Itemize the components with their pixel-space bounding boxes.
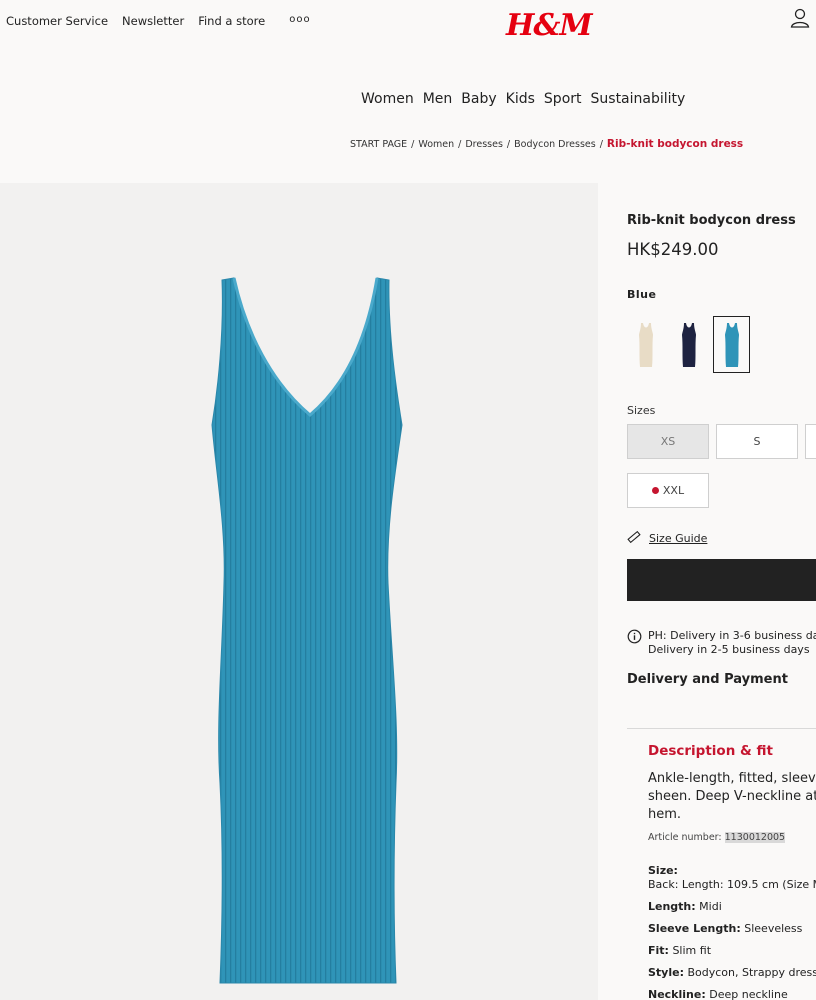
spec-sleeve-length: Sleeve Length: Sleeveless xyxy=(648,922,803,935)
breadcrumb-start[interactable]: START PAGE xyxy=(350,139,407,150)
hm-logo[interactable]: H&M xyxy=(506,8,593,43)
delivery-line-2: Delivery in 2-5 business days xyxy=(648,643,810,656)
more-menu[interactable]: ooo xyxy=(289,14,310,28)
nav-women[interactable]: Women xyxy=(361,91,414,107)
description-title[interactable]: Description & fit xyxy=(648,743,816,759)
utility-links: Customer Service Newsletter Find a store… xyxy=(6,14,311,28)
spec-neckline: Neckline: Deep neckline xyxy=(648,988,788,1000)
size-next-button[interactable] xyxy=(805,424,816,459)
swatch-navy[interactable] xyxy=(670,316,707,373)
description-section: Description & fit Ankle-length, fitted, … xyxy=(648,743,816,1000)
delivery-line-1: PH: Delivery in 3-6 business days xyxy=(648,629,816,642)
size-xxl-label: XXL xyxy=(662,484,685,497)
description-text: Ankle-length, fitted, sleev sheen. Deep … xyxy=(648,770,816,824)
nav-baby[interactable]: Baby xyxy=(461,91,496,107)
info-icon xyxy=(627,629,642,657)
size-s-button[interactable]: S xyxy=(716,424,798,459)
breadcrumb-women[interactable]: Women xyxy=(418,139,454,150)
swatch-blue[interactable] xyxy=(713,316,750,373)
delivery-info: PH: Delivery in 3-6 business days Delive… xyxy=(627,629,816,657)
spec-fit: Fit: Slim fit xyxy=(648,944,712,957)
customer-service-link[interactable]: Customer Service xyxy=(6,14,108,28)
low-stock-dot xyxy=(651,487,659,494)
spec-length: Length: Midi xyxy=(648,900,722,913)
newsletter-link[interactable]: Newsletter xyxy=(122,14,184,28)
spec-style: Style: Bodycon, Strappy dress xyxy=(648,966,816,979)
spec-size: Size: xyxy=(648,864,678,877)
breadcrumb-dresses[interactable]: Dresses xyxy=(465,139,503,150)
size-guide-label: Size Guide xyxy=(649,532,708,545)
sizes-label: Sizes xyxy=(627,404,656,417)
article-number-value: 1130012005 xyxy=(724,832,786,843)
description-line: hem. xyxy=(648,807,682,822)
description-line: Ankle-length, fitted, sleev xyxy=(648,771,816,786)
add-to-bag-button[interactable] xyxy=(627,559,816,601)
nav-kids[interactable]: Kids xyxy=(506,91,535,107)
size-xxl-button[interactable]: XXL xyxy=(627,473,709,508)
ruler-icon xyxy=(627,530,641,547)
delivery-payment-toggle[interactable]: Delivery and Payment xyxy=(627,672,788,687)
spec-list: Size: Back: Length: 109.5 cm (Size M) Le… xyxy=(648,864,816,1000)
size-xs-button[interactable]: XS xyxy=(627,424,709,459)
article-number: Article number: 1130012005 xyxy=(648,832,816,843)
product-image[interactable] xyxy=(0,183,598,1000)
spec-back-length: Back: Length: 109.5 cm (Size M) xyxy=(648,878,816,891)
article-number-label: Article number: xyxy=(648,832,722,843)
nav-men[interactable]: Men xyxy=(423,91,453,107)
size-guide-link[interactable]: Size Guide xyxy=(627,530,707,547)
find-store-link[interactable]: Find a store xyxy=(198,14,265,28)
selected-color-label: Blue xyxy=(627,288,657,301)
nav-sport[interactable]: Sport xyxy=(544,91,582,107)
description-line: sheen. Deep V-neckline at xyxy=(648,789,816,804)
product-title: Rib-knit bodycon dress xyxy=(627,213,796,228)
divider xyxy=(627,728,816,729)
swatch-beige[interactable] xyxy=(627,316,664,373)
product-price: HK$249.00 xyxy=(627,240,719,259)
color-swatches xyxy=(627,316,750,373)
breadcrumb-bodycon[interactable]: Bodycon Dresses xyxy=(514,139,596,150)
dress-illustration xyxy=(211,277,403,984)
